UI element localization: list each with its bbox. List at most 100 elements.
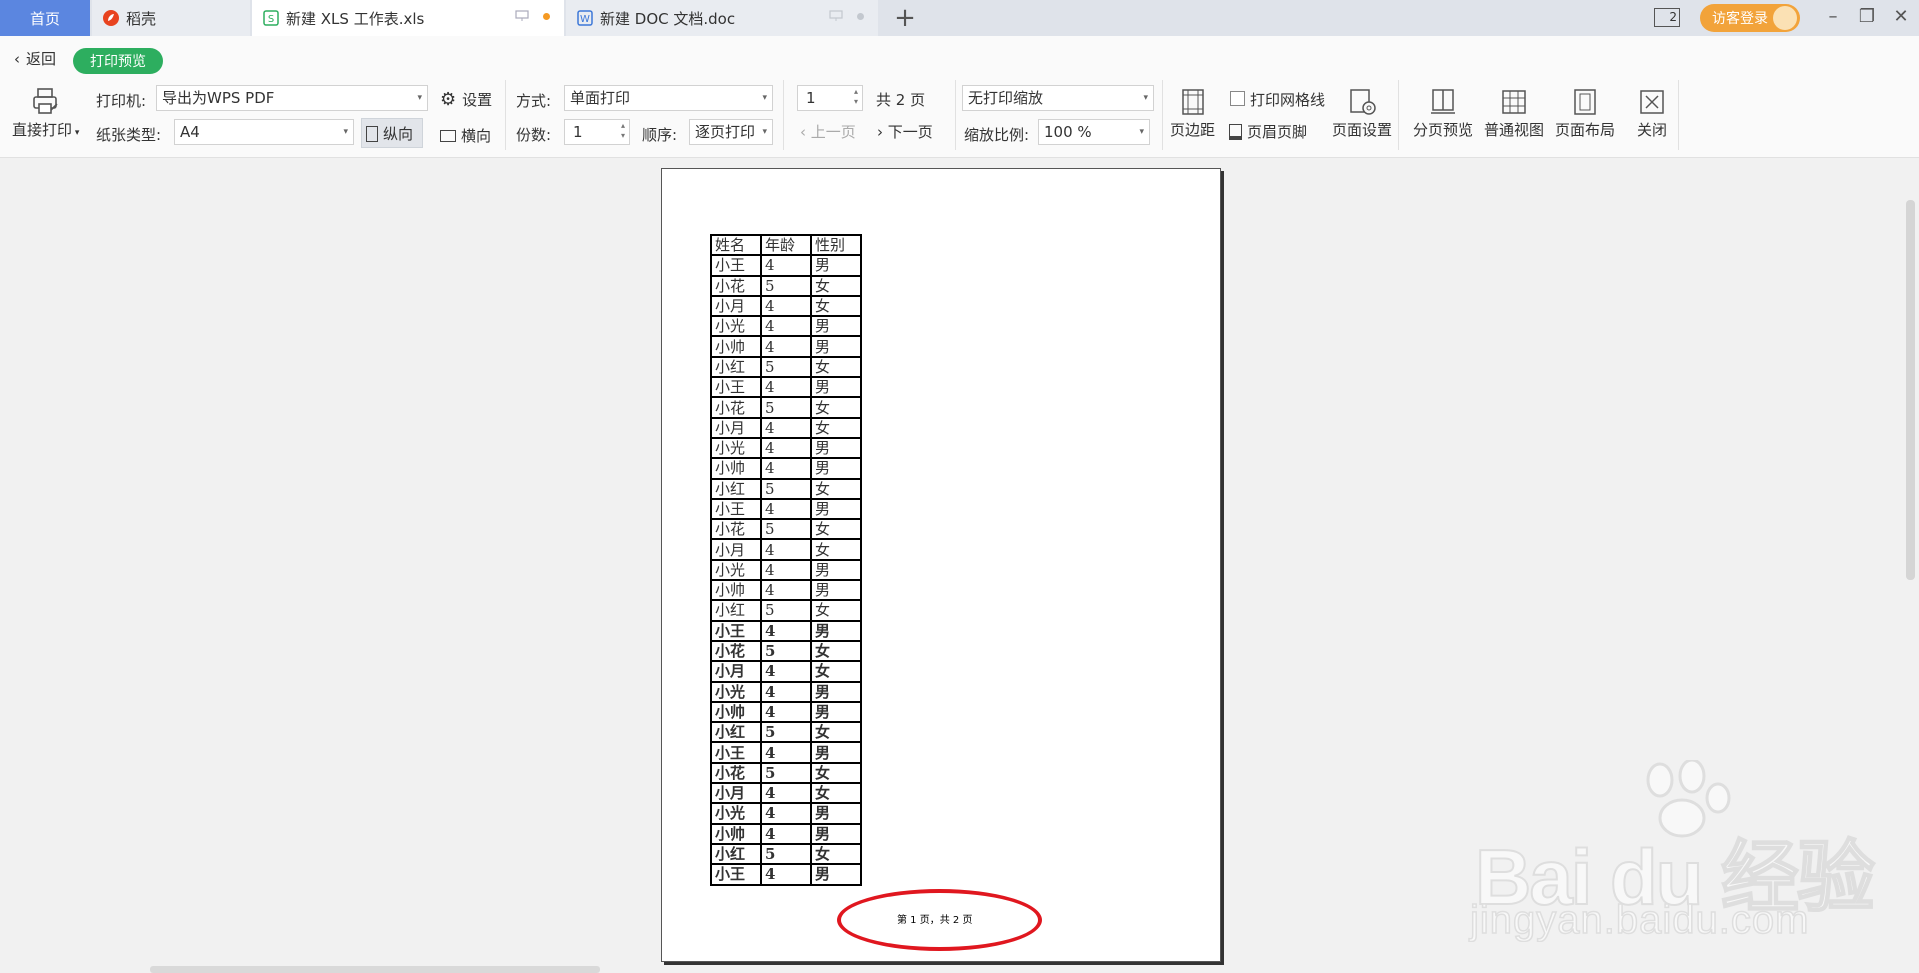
header-footer-icon — [1229, 123, 1242, 140]
table-cell: 女 — [810, 396, 862, 419]
table-cell: 男 — [810, 700, 862, 724]
next-page-button[interactable]: › 下一页 — [877, 121, 933, 142]
order-select[interactable]: 逐页打印 ▾ — [689, 119, 773, 145]
printer-label: 打印机: — [96, 92, 147, 110]
table-row: 小王 4 男 — [710, 863, 862, 886]
close-dot-icon[interactable] — [857, 12, 864, 20]
table-row: 小花 5 女 — [710, 518, 862, 541]
table-row: 小花 5 女 — [710, 761, 862, 785]
portrait-label-group[interactable]: 纵向 — [366, 123, 413, 144]
table-cell: 女 — [810, 477, 862, 500]
close-window-icon[interactable]: ✕ — [1886, 6, 1916, 27]
print-preview-toolbar: ‹ 返回 打印预览 直接打印 ▾ 打印机: 导出为WPS PDF ▾ ⚙ 设置 纸张… — [0, 36, 1919, 158]
table-cell: 4 — [760, 457, 812, 480]
back-button[interactable]: ‹ 返回 — [14, 48, 56, 69]
monitor-icon[interactable] — [515, 10, 529, 22]
sheet-table: 姓名 年龄 性别 小王 4 男小花 5 女小月 4 女小光 4 男小帅 4 男小红 5 女小王 4 男小花 5 女小月… — [710, 233, 862, 886]
new-tab-button[interactable]: + — [890, 2, 920, 34]
table-cell: 4 — [760, 863, 812, 886]
page-number-value: 1 — [806, 89, 816, 107]
copies-stepper[interactable]: 1 ▴ ▾ — [564, 119, 630, 145]
table-cell: 女 — [810, 538, 862, 561]
table-cell: 男 — [810, 680, 862, 703]
method-select[interactable]: 单面打印 ▾ — [564, 85, 773, 111]
margins-button[interactable]: 页边距 — [1170, 88, 1215, 140]
visitor-login-button[interactable]: 访客登录 — [1700, 4, 1800, 32]
tab-xls-label: 新建 XLS 工作表.xls — [286, 9, 425, 28]
page-setup-label: 页面设置 — [1332, 121, 1393, 139]
table-row: 小红 5 女 — [710, 842, 862, 866]
table-cell: 5 — [760, 639, 812, 663]
zoom-label: 缩放比例: — [964, 126, 1030, 144]
table-cell: 4 — [760, 700, 812, 724]
window-count-badge[interactable]: 2 — [1654, 8, 1680, 27]
table-cell: 小月 — [710, 538, 762, 561]
table-cell: 小月 — [710, 416, 762, 439]
table-cell: 5 — [760, 396, 812, 419]
tab-xls[interactable]: S 新建 XLS 工作表.xls — [252, 0, 564, 36]
table-row: 小红 5 女 — [710, 599, 862, 622]
table-cell: 男 — [810, 558, 862, 582]
page-break-preview-label: 分页预览 — [1413, 121, 1474, 139]
table-cell: 小王 — [710, 741, 762, 764]
unsaved-dot-icon[interactable] — [543, 12, 550, 20]
page-setup-button[interactable]: 页面设置 — [1332, 88, 1392, 140]
page-number-stepper[interactable]: 1 ▴ ▾ — [797, 85, 863, 111]
header-footer-button[interactable]: 页眉页脚 — [1229, 121, 1307, 142]
watermark-url: jingyan.baidu.com — [1469, 897, 1810, 943]
monitor-icon[interactable] — [829, 10, 843, 22]
table-cell: 5 — [760, 599, 812, 622]
scaling-select[interactable]: 无打印缩放 ▾ — [962, 85, 1154, 111]
annotation-ellipse — [837, 889, 1042, 951]
page-layout-button[interactable]: 页面布局 — [1555, 88, 1615, 140]
table-cell: 小花 — [710, 518, 762, 541]
landscape-page-icon — [440, 129, 456, 142]
tab-home[interactable]: 首页 — [0, 0, 90, 36]
table-row: 小红 5 女 — [710, 355, 862, 379]
restore-icon[interactable]: ❐ — [1852, 6, 1882, 27]
table-cell: 4 — [760, 619, 812, 642]
print-gridlines-label: 打印网格线 — [1250, 91, 1326, 109]
print-gridlines-checkbox[interactable] — [1230, 91, 1245, 106]
table-cell: 性别 — [810, 233, 862, 257]
vertical-scroll-thumb[interactable] — [1906, 200, 1915, 580]
table-cell: 小王 — [710, 497, 762, 521]
table-cell: 男 — [810, 254, 862, 277]
close-preview-button[interactable]: 关闭 — [1637, 88, 1667, 140]
printer-settings-button[interactable]: ⚙ 设置 — [440, 89, 492, 110]
table-row: 小帅 4 男 — [710, 822, 862, 845]
table-cell: 男 — [810, 741, 862, 764]
tab-doc[interactable]: W 新建 DOC 文档.doc — [566, 0, 878, 36]
table-cell: 4 — [760, 294, 812, 318]
horizontal-scroll-thumb[interactable] — [150, 966, 600, 973]
method-value: 单面打印 — [570, 89, 631, 107]
table-row: 小花 5 女 — [710, 396, 862, 419]
landscape-button[interactable]: 横向 — [440, 125, 491, 146]
method-label: 方式: — [516, 92, 552, 110]
paper-type-label: 纸张类型: — [96, 126, 162, 144]
tab-doc-label: 新建 DOC 文档.doc — [600, 9, 736, 28]
table-cell: 小王 — [710, 863, 762, 886]
printer-select[interactable]: 导出为WPS PDF ▾ — [156, 85, 428, 111]
prev-page-button[interactable]: ‹ 上一页 — [800, 121, 856, 142]
paper-type-select[interactable]: A4 ▾ — [174, 119, 354, 145]
normal-view-button[interactable]: 普通视图 — [1484, 88, 1544, 140]
table-cell: 4 — [760, 660, 812, 683]
table-row: 小红 5 女 — [710, 477, 862, 500]
table-cell: 小光 — [710, 680, 762, 703]
direct-print-button[interactable]: 直接打印 ▾ — [12, 86, 79, 140]
copies-label: 份数: — [516, 126, 552, 144]
minimize-icon[interactable]: – — [1818, 6, 1848, 27]
chevron-right-icon: › — [877, 123, 888, 141]
table-cell: 小王 — [710, 254, 762, 277]
table-cell: 男 — [810, 457, 862, 480]
table-cell: 小月 — [710, 782, 762, 805]
table-cell: 女 — [810, 599, 862, 622]
table-cell: 小光 — [710, 315, 762, 338]
tab-daoke[interactable]: 稻壳 — [92, 0, 250, 36]
page-layout-icon — [1574, 89, 1596, 115]
chevron-left-icon: ‹ — [14, 49, 20, 68]
page-break-preview-button[interactable]: 分页预览 — [1413, 88, 1473, 140]
table-row: 小王 4 男 — [710, 619, 862, 642]
zoom-select[interactable]: 100 % ▾ — [1038, 119, 1150, 145]
